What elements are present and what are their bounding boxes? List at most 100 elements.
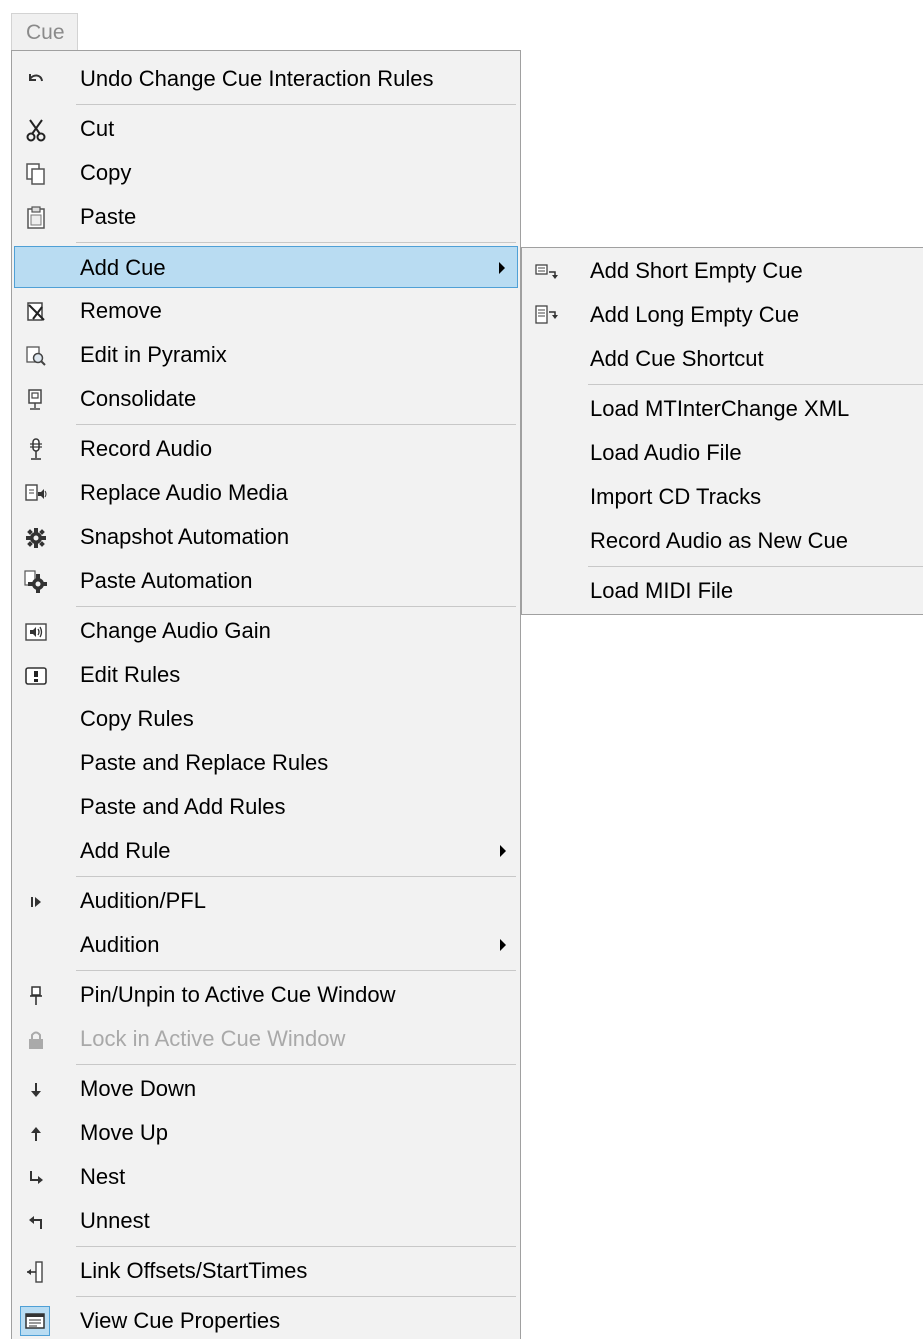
add-cue-submenu: Add Short Empty Cue Add Long Empty Cue A… (521, 247, 923, 615)
microphone-icon (23, 437, 49, 463)
menu-item-nest[interactable]: Nest (14, 1156, 518, 1198)
menu-item-label: Replace Audio Media (80, 480, 288, 505)
edit-magnify-icon (23, 343, 49, 369)
menu-item-label: Pin/Unpin to Active Cue Window (80, 982, 396, 1007)
copy-icon (23, 161, 49, 187)
menu-item-paste-automation[interactable]: Paste Automation (14, 560, 518, 602)
menu-item-label: Paste and Replace Rules (80, 750, 329, 775)
menu-separator (76, 104, 516, 105)
menu-separator (76, 876, 516, 877)
submenu-item-add-long-empty-cue[interactable]: Add Long Empty Cue (524, 294, 921, 336)
menu-item-label: Remove (80, 298, 162, 323)
submenu-item-label: Load MTInterChange XML (590, 396, 850, 421)
rules-icon (23, 663, 49, 689)
menu-item-paste[interactable]: Paste (14, 196, 518, 238)
menu-item-add-cue[interactable]: Add Cue (14, 246, 518, 288)
menu-item-add-rule[interactable]: Add Rule (14, 830, 518, 872)
nest-icon (23, 1165, 49, 1191)
menu-item-label: Unnest (80, 1208, 150, 1233)
submenu-arrow-icon (500, 939, 506, 951)
submenu-item-label: Load MIDI File (590, 578, 734, 603)
submenu-arrow-icon (500, 845, 506, 857)
submenu-item-label: Add Short Empty Cue (590, 258, 803, 283)
submenu-separator (588, 384, 923, 385)
menu-separator (76, 1064, 516, 1065)
arrow-down-icon (23, 1077, 49, 1103)
properties-icon (20, 1306, 50, 1336)
menu-item-label: Change Audio Gain (80, 618, 271, 643)
menu-item-paste-and-add-rules[interactable]: Paste and Add Rules (14, 786, 518, 828)
menu-item-label: Move Down (80, 1076, 197, 1101)
menu-separator (76, 606, 516, 607)
submenu-item-add-cue-shortcut[interactable]: Add Cue Shortcut (524, 338, 921, 380)
arrow-up-icon (23, 1121, 49, 1147)
menu-item-label: Add Cue (80, 255, 166, 280)
menu-separator (76, 1246, 516, 1247)
menubar-cue[interactable]: Cue (11, 13, 78, 50)
paste-icon (23, 205, 49, 231)
menu-item-label: Copy (80, 160, 132, 185)
menu-item-label: Consolidate (80, 386, 197, 411)
short-cue-icon (533, 259, 559, 285)
menu-item-lock-in-active-cue-window[interactable]: Lock in Active Cue Window (14, 1018, 518, 1060)
menu-item-label: Nest (80, 1164, 126, 1189)
submenu-item-label: Import CD Tracks (590, 484, 762, 509)
menu-item-replace-audio-media[interactable]: Replace Audio Media (14, 472, 518, 514)
menu-item-cut[interactable]: Cut (14, 108, 518, 150)
menu-item-label: Paste and Add Rules (80, 794, 286, 819)
menu-item-label: Record Audio (80, 436, 213, 461)
menu-item-label: Cut (80, 116, 115, 141)
lock-icon (23, 1027, 49, 1053)
menu-item-snapshot-automation[interactable]: Snapshot Automation (14, 516, 518, 558)
replace-audio-icon (23, 481, 49, 507)
menu-item-unnest[interactable]: Unnest (14, 1200, 518, 1242)
menu-item-view-cue-properties[interactable]: View Cue Properties (14, 1300, 518, 1342)
menu-item-move-down[interactable]: Move Down (14, 1068, 518, 1110)
long-cue-icon (533, 303, 559, 329)
submenu-item-record-audio-as-new-cue[interactable]: Record Audio as New Cue (524, 520, 921, 562)
menu-item-label: Copy Rules (80, 706, 194, 731)
menu-item-label: View Cue Properties (80, 1308, 281, 1333)
submenu-item-label: Add Cue Shortcut (590, 346, 764, 371)
menu-separator (76, 970, 516, 971)
menu-item-copy[interactable]: Copy (14, 152, 518, 194)
menu-item-label: Link Offsets/StartTimes (80, 1258, 308, 1283)
menu-item-paste-and-replace-rules[interactable]: Paste and Replace Rules (14, 742, 518, 784)
menu-item-remove[interactable]: Remove (14, 290, 518, 332)
menu-item-link-offsets[interactable]: Link Offsets/StartTimes (14, 1250, 518, 1292)
menu-item-audition[interactable]: Audition (14, 924, 518, 966)
undo-icon (23, 67, 49, 93)
submenu-item-import-cd-tracks[interactable]: Import CD Tracks (524, 476, 921, 518)
cue-context-menu: Undo Change Cue Interaction Rules Cut Co… (11, 50, 521, 1339)
unnest-icon (23, 1209, 49, 1235)
menu-item-change-audio-gain[interactable]: Change Audio Gain (14, 610, 518, 652)
menu-item-label: Move Up (80, 1120, 169, 1145)
menu-item-copy-rules[interactable]: Copy Rules (14, 698, 518, 740)
menu-item-label: Paste Automation (80, 568, 253, 593)
submenu-item-label: Record Audio as New Cue (590, 528, 849, 553)
menu-item-label: Audition (80, 932, 160, 957)
submenu-item-add-short-empty-cue[interactable]: Add Short Empty Cue (524, 250, 921, 292)
submenu-arrow-icon (499, 262, 505, 274)
menu-item-label: Edit in Pyramix (80, 342, 227, 367)
menu-item-consolidate[interactable]: Consolidate (14, 378, 518, 420)
submenu-item-load-audio-file[interactable]: Load Audio File (524, 432, 921, 474)
menu-item-label: Paste (80, 204, 137, 229)
paste-gear-icon (23, 569, 49, 595)
menu-item-audition-pfl[interactable]: Audition/PFL (14, 880, 518, 922)
submenu-item-load-midi-file[interactable]: Load MIDI File (524, 570, 921, 612)
submenu-item-label: Load Audio File (590, 440, 742, 465)
menu-item-undo[interactable]: Undo Change Cue Interaction Rules (14, 58, 518, 100)
menu-item-move-up[interactable]: Move Up (14, 1112, 518, 1154)
menu-item-edit-in-pyramix[interactable]: Edit in Pyramix (14, 334, 518, 376)
menu-item-pin-unpin[interactable]: Pin/Unpin to Active Cue Window (14, 974, 518, 1016)
submenu-item-load-mtinterchange-xml[interactable]: Load MTInterChange XML (524, 388, 921, 430)
scissors-icon (23, 117, 49, 143)
menu-item-edit-rules[interactable]: Edit Rules (14, 654, 518, 696)
menu-item-label: Lock in Active Cue Window (80, 1026, 346, 1051)
submenu-item-label: Add Long Empty Cue (590, 302, 800, 327)
consolidate-icon (23, 387, 49, 413)
menu-item-record-audio[interactable]: Record Audio (14, 428, 518, 470)
menu-separator (76, 424, 516, 425)
audio-gain-icon (23, 619, 49, 645)
